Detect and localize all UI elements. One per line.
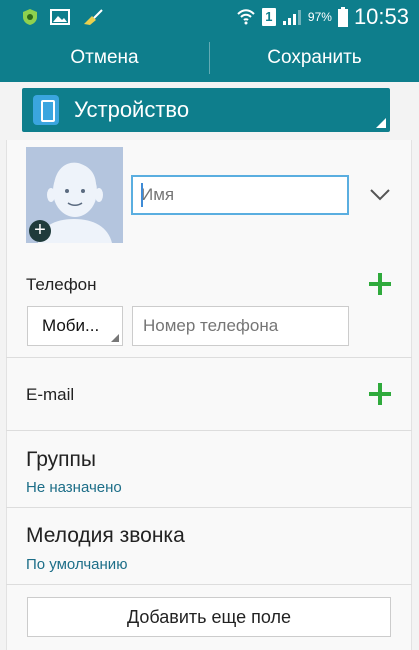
name-input[interactable] [131, 175, 349, 215]
wifi-icon [237, 9, 255, 25]
chevron-down-icon[interactable] [366, 182, 394, 206]
text-cursor [141, 183, 143, 207]
battery-percent: 97% [307, 10, 332, 24]
status-bar: 1 97% 10:53 [0, 0, 419, 34]
phone-number-input[interactable] [132, 306, 349, 346]
groups-value: Не назначено [26, 479, 122, 496]
add-email-plus-icon[interactable] [367, 381, 393, 407]
clock-time: 10:53 [353, 4, 409, 29]
divider [6, 357, 412, 358]
dropdown-corner-icon [376, 118, 386, 128]
sim-icon: 1 [261, 8, 276, 26]
account-selector[interactable]: Устройство [22, 88, 390, 132]
ringtone-title: Мелодия звонка [26, 524, 185, 547]
action-bar: Отмена Сохранить [0, 34, 419, 82]
phone-type-select[interactable]: Моби... [27, 306, 123, 346]
add-phone-plus-icon[interactable] [367, 271, 393, 297]
phone-type-value: Моби... [42, 316, 100, 335]
add-photo-button[interactable]: + [29, 220, 51, 242]
divider [6, 430, 412, 431]
phone-device-icon [33, 95, 59, 125]
ringtone-value: По умолчанию [26, 556, 128, 573]
groups-title: Группы [26, 448, 96, 471]
signal-icon [282, 10, 301, 25]
divider [6, 584, 412, 585]
email-section-label: E-mail [26, 385, 75, 404]
cancel-button[interactable]: Отмена [0, 34, 209, 82]
battery-icon [337, 7, 348, 27]
phone-section-label: Телефон [26, 275, 97, 294]
add-field-button[interactable]: Добавить еще поле [27, 597, 391, 637]
broom-icon [84, 9, 103, 25]
save-button[interactable]: Сохранить [210, 34, 419, 82]
account-label: Устройство [74, 97, 190, 122]
shield-app-icon [23, 9, 37, 25]
image-icon [50, 9, 70, 25]
divider [6, 507, 412, 508]
dropdown-corner-icon [111, 334, 119, 342]
